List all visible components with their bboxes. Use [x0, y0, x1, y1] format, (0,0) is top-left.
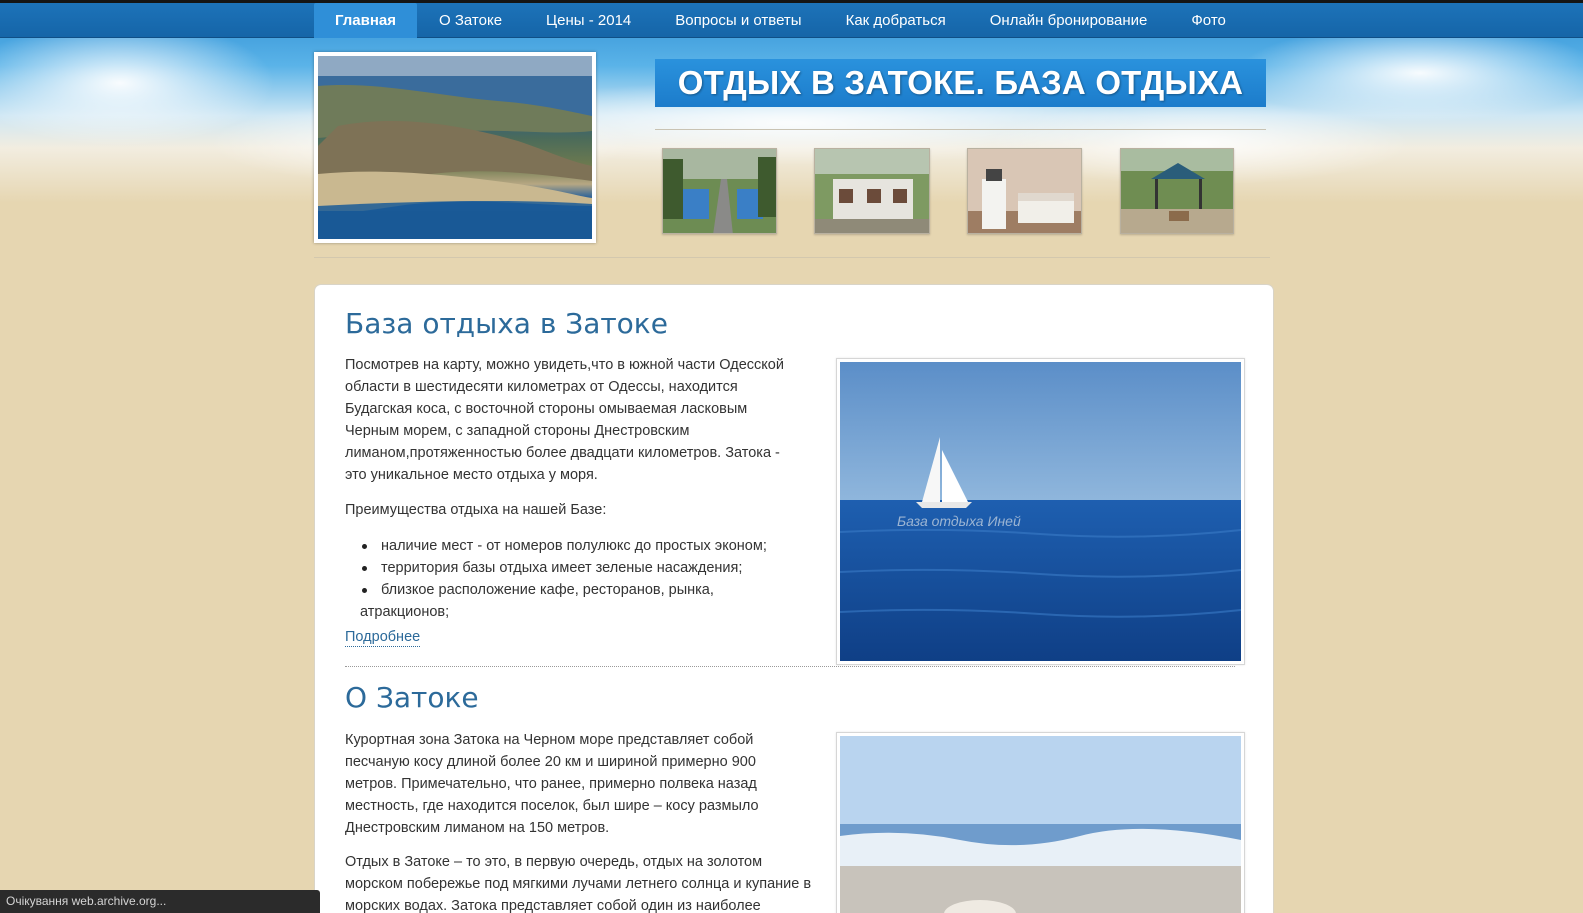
- about-paragraph-2: Отдых в Затоке – то это, в первую очеред…: [345, 854, 812, 913]
- main-navbar: Главная О Затоке Цены - 2014 Вопросы и о…: [0, 3, 1583, 38]
- section-title-about: О Затоке: [345, 681, 479, 714]
- more-link[interactable]: Подробнее: [345, 629, 421, 647]
- section-title-base: База отдыха в Затоке: [345, 307, 668, 340]
- thumbnail-gazebo[interactable]: [1120, 148, 1234, 234]
- hero-divider: [314, 257, 1270, 258]
- browser-status-bar: Очікування web.archive.org...: [0, 890, 320, 913]
- nav-item-online-booking[interactable]: Онлайн бронирование: [968, 3, 1170, 38]
- list-item-continuation: атракционов;: [360, 604, 450, 620]
- thumbnail-building[interactable]: [814, 148, 930, 234]
- thumbnail-room[interactable]: [967, 148, 1082, 234]
- header-background: [0, 3, 1583, 253]
- main-content: База отдыха в Затоке Посмотрев на карту,…: [314, 284, 1274, 913]
- list-item: территория базы отдыха имеет зеленые нас…: [345, 557, 800, 579]
- image-caption: База отдыха Иней: [897, 513, 1021, 529]
- list-item-text: близкое расположение кафе, ресторанов, р…: [381, 582, 714, 598]
- benefits-intro: Преимущества отдыха на нашей Базе:: [345, 502, 607, 518]
- title-divider: [655, 129, 1266, 130]
- beach-photo[interactable]: [836, 732, 1245, 913]
- nav-item-about-zatoka[interactable]: О Затоке: [417, 3, 524, 38]
- about-paragraph-1: Курортная зона Затока на Черном море пре…: [345, 732, 759, 836]
- nav-item-faq[interactable]: Вопросы и ответы: [653, 3, 823, 38]
- nav-menu: Главная О Затоке Цены - 2014 Вопросы и о…: [314, 3, 1248, 38]
- site-title: ОТДЫХ В ЗАТОКЕ. БАЗА ОТДЫХА: [655, 59, 1266, 107]
- nav-item-directions[interactable]: Как добраться: [824, 3, 968, 38]
- sailboat-photo[interactable]: База отдыха Иней: [836, 358, 1245, 665]
- benefits-list: наличие мест - от номеров полулюкс до пр…: [345, 535, 800, 623]
- hero-aerial-photo: [314, 52, 596, 243]
- section-divider: [345, 666, 1235, 667]
- list-item: наличие мест - от номеров полулюкс до пр…: [345, 535, 800, 557]
- nav-item-home[interactable]: Главная: [314, 3, 418, 38]
- intro-paragraph: Посмотрев на карту, можно увидеть,что в …: [345, 357, 784, 483]
- nav-item-photo[interactable]: Фото: [1169, 3, 1247, 38]
- list-item: близкое расположение кафе, ресторанов, р…: [345, 579, 800, 623]
- nav-item-prices[interactable]: Цены - 2014: [524, 3, 653, 38]
- thumbnail-gate[interactable]: [662, 148, 777, 234]
